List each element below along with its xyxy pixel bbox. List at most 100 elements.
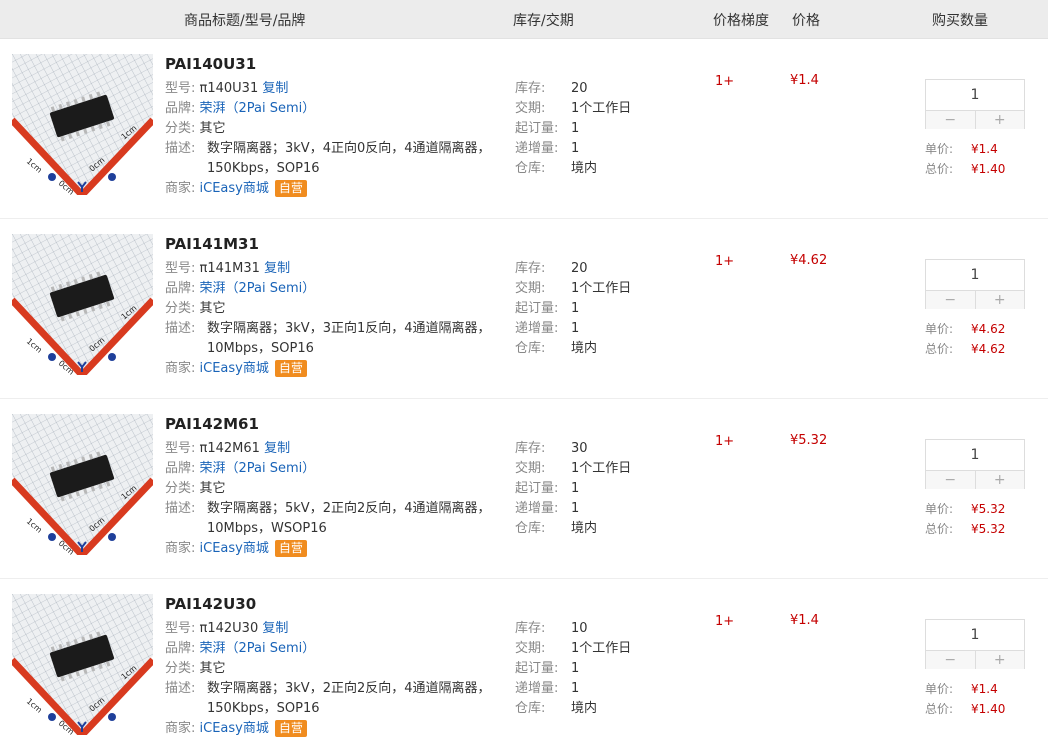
unit-price-value: ¥4.62 — [971, 322, 1006, 336]
brand-link[interactable]: 荣湃（2Pai Semi） — [200, 281, 316, 296]
brand-link[interactable]: 荣湃（2Pai Semi） — [200, 101, 316, 116]
decrement-button[interactable]: − — [926, 651, 976, 669]
total-price-label: 总价: — [925, 162, 954, 176]
unit-price-value: ¥1.4 — [971, 142, 998, 156]
desc-value: 数字隔离器；3kV，2正向2反向，4通道隔离器，150Kbps，SOP16 — [207, 681, 491, 716]
product-title[interactable]: PAI142U30 — [165, 595, 256, 613]
copy-link[interactable]: 复制 — [264, 261, 290, 276]
stock-line: 库存: 30 — [515, 439, 588, 459]
product-title[interactable]: PAI142M61 — [165, 415, 259, 433]
brand-link[interactable]: 荣湃（2Pai Semi） — [200, 641, 316, 656]
total-price-label: 总价: — [925, 702, 954, 716]
stock-line: 库存: 20 — [515, 259, 588, 279]
lead-value: 1个工作日 — [571, 641, 632, 656]
product-image[interactable]: 1cm 0cm 0cm 1cm — [12, 414, 153, 555]
table-header: 商品标题/型号/品牌 库存/交期 价格梯度 价格 购买数量 — [0, 0, 1048, 39]
stock-line: 库存: 20 — [515, 79, 588, 99]
copy-link[interactable]: 复制 — [262, 81, 288, 96]
increment-label: 递增量: — [515, 501, 559, 516]
header-price-col: 价格 — [792, 13, 820, 29]
quantity-input[interactable]: 1 — [926, 440, 1024, 471]
product-image[interactable]: 1cm 0cm 0cm 1cm — [12, 234, 153, 375]
decrement-button[interactable]: − — [926, 111, 976, 129]
increment-button[interactable]: + — [975, 291, 1024, 309]
total-price-value: ¥1.40 — [971, 702, 1006, 716]
desc-label-line: 描述: — [165, 679, 195, 699]
min-order-line: 起订量: 1 — [515, 119, 579, 139]
product-title[interactable]: PAI140U31 — [165, 55, 256, 73]
warehouse-label: 仓库: — [515, 161, 546, 176]
warehouse-label: 仓库: — [515, 341, 546, 356]
copy-link[interactable]: 复制 — [262, 621, 288, 636]
increment-button[interactable]: + — [975, 651, 1024, 669]
lead-line: 交期: 1个工作日 — [515, 459, 631, 479]
category-value: 其它 — [199, 481, 226, 496]
unit-price-label: 单价: — [925, 682, 954, 696]
desc-label: 描述: — [165, 681, 196, 696]
category-label: 分类: — [165, 481, 196, 496]
price-value: ¥1.4 — [790, 73, 819, 88]
category-label: 分类: — [165, 661, 196, 676]
increment-value: 1 — [571, 681, 580, 696]
brand-label: 品牌: — [165, 641, 196, 656]
desc-value: 数字隔离器；3kV，3正向1反向，4通道隔离器，10Mbps，SOP16 — [207, 321, 491, 356]
product-title[interactable]: PAI141M31 — [165, 235, 259, 253]
stock-label: 库存: — [515, 441, 546, 456]
product-image[interactable]: 1cm 0cm 0cm 1cm — [12, 594, 153, 735]
min-order-value: 1 — [571, 121, 580, 136]
brand-line: 品牌: 荣湃（2Pai Semi） — [165, 99, 315, 119]
merchant-link[interactable]: iCEasy商城 — [200, 721, 269, 736]
min-order-label: 起订量: — [515, 481, 559, 496]
quantity-stepper: 1 − + — [925, 259, 1025, 309]
stock-value: 20 — [571, 261, 588, 276]
merchant-line: 商家: iCEasy商城 自营 — [165, 359, 307, 379]
warehouse-value: 境内 — [571, 161, 598, 176]
desc-label: 描述: — [165, 501, 196, 516]
increment-button[interactable]: + — [975, 111, 1024, 129]
min-order-value: 1 — [571, 301, 580, 316]
quantity-input[interactable]: 1 — [926, 80, 1024, 111]
merchant-label: 商家: — [165, 361, 196, 376]
brand-label: 品牌: — [165, 281, 196, 296]
increment-button[interactable]: + — [975, 471, 1024, 489]
merchant-link[interactable]: iCEasy商城 — [200, 361, 269, 376]
desc-label: 描述: — [165, 321, 196, 336]
copy-link[interactable]: 复制 — [264, 441, 290, 456]
product-row: 1cm 0cm 0cm 1cm PAI142U30 型号: π142U30 复制… — [0, 579, 1048, 746]
quantity-input[interactable]: 1 — [926, 620, 1024, 651]
price-tier: 1+ — [715, 74, 735, 89]
increment-label: 递增量: — [515, 681, 559, 696]
merchant-link[interactable]: iCEasy商城 — [200, 541, 269, 556]
price-tier: 1+ — [715, 254, 735, 269]
stock-value: 10 — [571, 621, 588, 636]
stock-value: 30 — [571, 441, 588, 456]
merchant-line: 商家: iCEasy商城 自营 — [165, 719, 307, 739]
min-order-label: 起订量: — [515, 121, 559, 136]
product-image[interactable]: 1cm 0cm 0cm 1cm — [12, 54, 153, 195]
quantity-stepper: 1 − + — [925, 79, 1025, 129]
brand-line: 品牌: 荣湃（2Pai Semi） — [165, 279, 315, 299]
decrement-button[interactable]: − — [926, 291, 976, 309]
header-tier-col: 价格梯度 — [713, 13, 769, 29]
category-line: 分类: 其它 — [165, 299, 226, 319]
product-row: 1cm 0cm 0cm 1cm PAI141M31 型号: π141M31 复制… — [0, 219, 1048, 399]
unit-price-line: 单价: ¥1.4 — [925, 139, 998, 159]
stock-label: 库存: — [515, 261, 546, 276]
decrement-button[interactable]: − — [926, 471, 976, 489]
brand-link[interactable]: 荣湃（2Pai Semi） — [200, 461, 316, 476]
model-value: π142U30 — [199, 621, 259, 636]
unit-price-value: ¥1.4 — [971, 682, 998, 696]
desc-label-line: 描述: — [165, 319, 195, 339]
model-label: 型号: — [165, 621, 196, 636]
quantity-input[interactable]: 1 — [926, 260, 1024, 291]
brand-label: 品牌: — [165, 461, 196, 476]
total-price-line: 总价: ¥4.62 — [925, 339, 1005, 359]
increment-line: 递增量: 1 — [515, 499, 579, 519]
merchant-label: 商家: — [165, 181, 196, 196]
self-operated-badge: 自营 — [274, 180, 307, 197]
price-tier: 1+ — [715, 614, 735, 629]
merchant-link[interactable]: iCEasy商城 — [200, 181, 269, 196]
lead-label: 交期: — [515, 281, 546, 296]
total-price-label: 总价: — [925, 522, 954, 536]
stock-value: 20 — [571, 81, 588, 96]
